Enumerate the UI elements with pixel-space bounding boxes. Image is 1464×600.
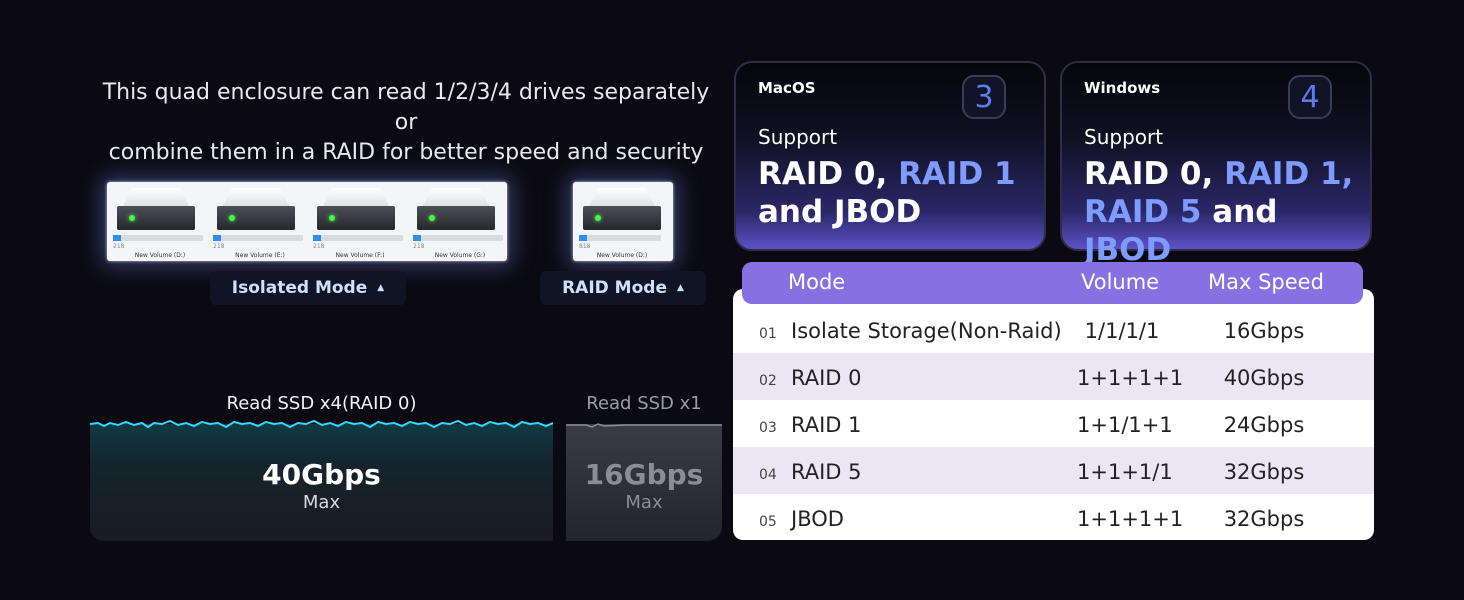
raid-mode-button[interactable]: RAID Mode ▲ bbox=[540, 271, 706, 305]
single-speed-label: Read SSD x1 bbox=[586, 393, 702, 414]
raid-speed-max: Max bbox=[302, 492, 341, 513]
os-name: Windows bbox=[1084, 79, 1161, 97]
single-speed-value: 16Gbps bbox=[584, 458, 704, 491]
raid-count-badge: 4 bbox=[1288, 75, 1332, 119]
caret-up-icon: ▲ bbox=[676, 283, 684, 293]
row-mode: JBOD bbox=[791, 507, 844, 531]
table-header: Mode Volume Max Speed bbox=[742, 262, 1363, 304]
single-speed-panel: 16Gbps Max bbox=[566, 423, 722, 541]
table-row: 04 RAID 5 1+1+1/1 32Gbps bbox=[733, 447, 1374, 494]
single-speed-max: Max bbox=[625, 492, 663, 513]
row-volume: 1+1/1+1 bbox=[1077, 413, 1173, 437]
caret-up-icon: ▲ bbox=[377, 283, 385, 293]
row-speed: 16Gbps bbox=[1223, 319, 1305, 343]
raid-drive-panel: 818 New Volume (D:) bbox=[573, 182, 673, 261]
raid-speed-value: 40Gbps bbox=[262, 458, 381, 491]
drive-volume-label: New Volume (G:) bbox=[434, 252, 486, 259]
row-speed: 24Gbps bbox=[1223, 413, 1305, 437]
drive-capacity: 818 bbox=[579, 243, 591, 250]
windows-card: Windows 4 Support RAID 0, RAID 1, RAID 5… bbox=[1060, 61, 1372, 268]
row-speed: 32Gbps bbox=[1223, 507, 1305, 531]
row-index: 01 bbox=[759, 326, 777, 342]
row-speed: 40Gbps bbox=[1223, 366, 1305, 390]
intro-text: This quad enclosure can read 1/2/3/4 dri… bbox=[90, 78, 722, 168]
row-volume: 1+1+1+1 bbox=[1077, 366, 1184, 390]
drive-volume-label: New Volume (F:) bbox=[335, 252, 385, 259]
drive-led-icon bbox=[229, 215, 235, 221]
table-row: 03 RAID 1 1+1/1+1 24Gbps bbox=[733, 400, 1374, 447]
raid-count-badge: 3 bbox=[962, 75, 1006, 119]
row-volume: 1/1/1/1 bbox=[1084, 319, 1160, 343]
header-mode: Mode bbox=[788, 270, 846, 294]
raid-speed-panel: 40Gbps Max bbox=[90, 419, 553, 541]
macos-card: MacOS 3 Support RAID 0, RAID 1 and JBOD bbox=[734, 61, 1046, 251]
drive-volume-label: New Volume (D:) bbox=[134, 252, 186, 259]
raid-speed-label: Read SSD x4(RAID 0) bbox=[226, 393, 417, 414]
row-mode: Isolate Storage(Non-Raid) bbox=[791, 319, 1062, 343]
row-index: 02 bbox=[759, 373, 777, 389]
header-volume: Volume bbox=[1081, 270, 1160, 294]
row-volume: 1+1+1/1 bbox=[1077, 460, 1173, 484]
drive-capacity: 218 bbox=[213, 243, 225, 250]
drive-led-icon bbox=[329, 215, 335, 221]
isolated-mode-label: Isolated Mode bbox=[231, 278, 368, 298]
drive-capacity: 218 bbox=[413, 243, 425, 250]
drive-volume-label: New Volume (E:) bbox=[235, 252, 285, 259]
row-volume: 1+1+1+1 bbox=[1077, 507, 1184, 531]
raid-mode-table: 01 Isolate Storage(Non-Raid) 1/1/1/1 16G… bbox=[733, 289, 1374, 540]
intro-line-2: combine them in a RAID for better speed … bbox=[108, 140, 704, 165]
row-index: 05 bbox=[759, 514, 777, 530]
table-row: 01 Isolate Storage(Non-Raid) 1/1/1/1 16G… bbox=[733, 306, 1374, 353]
table-row: 05 JBOD 1+1+1+1 32Gbps bbox=[733, 494, 1374, 540]
row-mode: RAID 1 bbox=[791, 413, 862, 437]
row-index: 04 bbox=[759, 467, 777, 483]
drive-capacity: 218 bbox=[313, 243, 325, 250]
drive-volume-label: New Volume (D:) bbox=[596, 252, 648, 259]
isolated-mode-button[interactable]: Isolated Mode ▲ bbox=[210, 271, 406, 305]
header-max-speed: Max Speed bbox=[1208, 270, 1324, 294]
table-row: 02 RAID 0 1+1+1+1 40Gbps bbox=[733, 353, 1374, 400]
speed-waveform-single bbox=[566, 423, 722, 428]
drive-capacity: 218 bbox=[113, 243, 125, 250]
row-mode: RAID 5 bbox=[791, 460, 862, 484]
isolated-drives-panel: 218 New Volume (D:) 218 New Volume (E:) … bbox=[107, 182, 507, 261]
intro-line-1: This quad enclosure can read 1/2/3/4 dri… bbox=[102, 80, 710, 135]
row-speed: 32Gbps bbox=[1223, 460, 1305, 484]
supported-raid-list: RAID 0, RAID 1, RAID 5 and JBOD bbox=[1084, 156, 1354, 268]
drive-led-icon bbox=[429, 215, 435, 221]
row-mode: RAID 0 bbox=[791, 366, 862, 390]
support-label: Support bbox=[1084, 125, 1164, 149]
raid-mode-label: RAID Mode bbox=[562, 278, 667, 298]
drive-led-icon bbox=[129, 215, 135, 221]
support-label: Support bbox=[758, 125, 838, 149]
drive-led-icon bbox=[595, 215, 601, 221]
row-index: 03 bbox=[759, 420, 777, 436]
os-name: MacOS bbox=[758, 79, 816, 97]
speed-waveform bbox=[90, 419, 553, 429]
supported-raid-list: RAID 0, RAID 1 and JBOD bbox=[758, 156, 1016, 230]
